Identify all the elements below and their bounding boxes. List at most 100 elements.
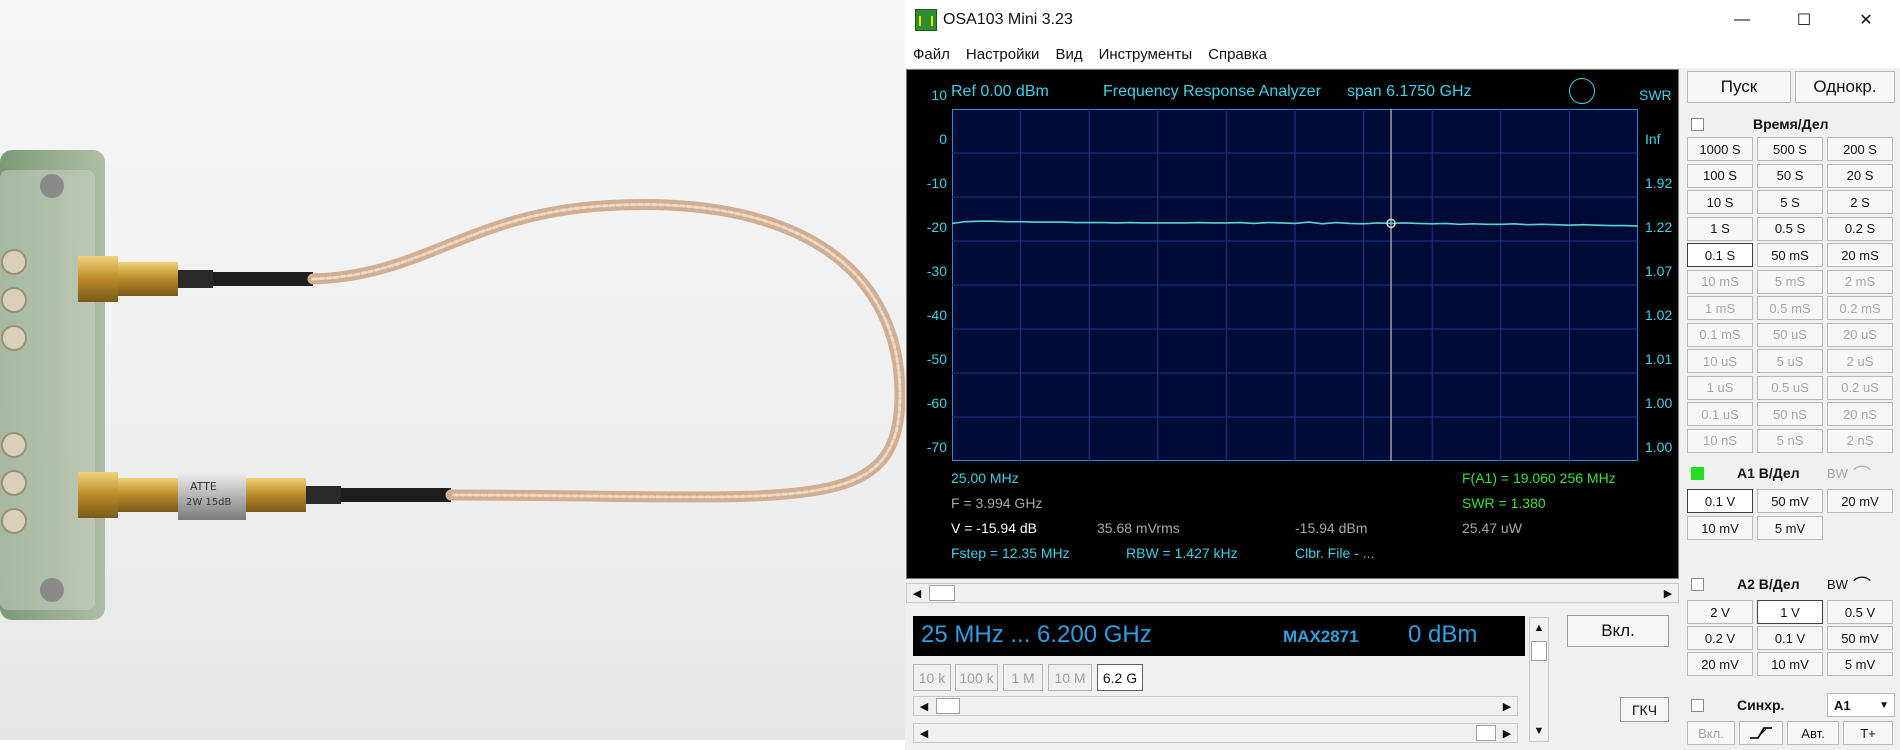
time-div-button[interactable]: 0.5 S [1757,216,1823,241]
time-div-button[interactable]: 0.5 uS [1757,375,1823,400]
menu-tools[interactable]: Инструменты [1091,46,1201,63]
scroll-right-icon[interactable]: ▶ [1497,697,1517,715]
scroll-right-icon[interactable]: ▶ [1658,584,1678,602]
time-div-button[interactable]: 0.2 mS [1827,296,1893,320]
time-div-button[interactable]: 2 S [1827,190,1893,214]
generator-scrollbar-1[interactable]: ◀ ▶ [913,696,1518,716]
app-logo-icon [915,9,937,31]
menu-help[interactable]: Справка [1200,46,1275,63]
start-button[interactable]: Пуск [1687,71,1791,103]
scroll-thumb[interactable] [929,585,955,601]
step-100k-button[interactable]: 100 k [955,664,998,691]
a2-scale-button[interactable]: 0.1 V [1757,626,1823,650]
time-div-button[interactable]: 0.1 uS [1687,402,1753,426]
time-div-button[interactable]: 0.2 uS [1827,375,1893,400]
time-div-button[interactable]: 50 S [1757,163,1823,188]
scroll-right-icon[interactable]: ▶ [1497,724,1517,742]
svg-text:2W 15dB: 2W 15dB [186,497,232,508]
time-div-button[interactable]: 1 uS [1687,375,1753,400]
time-div-button[interactable]: 10 mS [1687,269,1753,294]
time-div-button[interactable]: 20 nS [1827,402,1893,426]
a2-scale-button[interactable]: 20 mV [1687,652,1753,676]
menu-view[interactable]: Вид [1047,46,1090,63]
generator-on-button[interactable]: Вкл. [1567,615,1669,647]
time-div-button[interactable]: 2 uS [1827,349,1893,373]
time-div-button[interactable]: 500 S [1757,137,1823,161]
a2-bw-filter-icon[interactable]: ⌒ [1853,572,1871,598]
time-div-button[interactable]: 2 mS [1827,269,1893,294]
maximize-button[interactable]: ☐ [1773,0,1835,40]
time-div-button[interactable]: 0.5 mS [1757,296,1823,320]
generator-level-scrollbar[interactable]: ▲ ▼ [1529,617,1549,742]
a1-title: A1 В/Дел [1737,465,1800,481]
time-div-button[interactable]: 50 nS [1757,402,1823,426]
time-div-button[interactable]: 2 nS [1827,428,1893,453]
time-div-button[interactable]: 20 uS [1827,322,1893,347]
sync-source-select[interactable]: A1 ▼ [1827,693,1895,717]
a1-scale-button[interactable]: 10 mV [1687,516,1753,540]
time-div-button[interactable]: 50 uS [1757,322,1823,347]
minimize-button[interactable]: — [1711,0,1773,40]
scroll-thumb[interactable] [1531,641,1547,661]
trigger-plus-button[interactable]: T+ [1843,721,1893,745]
time-div-button[interactable]: 10 S [1687,190,1753,214]
time-div-button[interactable]: 5 mS [1757,269,1823,294]
single-shot-button[interactable]: Однокр. [1795,71,1895,103]
time-div-button[interactable]: 5 uS [1757,349,1823,373]
time-div-button[interactable]: 10 nS [1687,428,1753,453]
auto-button[interactable]: Авт. [1787,721,1839,745]
a1-bw-filter-icon[interactable]: ⌒ [1853,461,1871,487]
a2-scale-button[interactable]: 0.2 V [1687,626,1753,650]
time-div-button[interactable]: 1000 S [1687,137,1753,161]
a2-scale-button[interactable]: 2 V [1687,600,1753,624]
scroll-left-icon[interactable]: ◀ [914,697,934,715]
scroll-left-icon[interactable]: ◀ [907,584,927,602]
time-div-button[interactable]: 0.1 S [1687,243,1753,267]
time-div-button[interactable]: 100 S [1687,163,1753,188]
menu-file[interactable]: Файл [905,46,958,63]
a2-scale-button[interactable]: 10 mV [1757,652,1823,676]
step-1m-button[interactable]: 1 M [1003,664,1043,691]
a1-scale-button[interactable]: 0.1 V [1687,489,1753,513]
scroll-up-icon[interactable]: ▲ [1530,618,1548,638]
time-div-button[interactable]: 1 S [1687,216,1753,241]
trigger-edge-button[interactable] [1739,721,1783,745]
a2-scale-button[interactable]: 50 mV [1827,626,1893,650]
y-tick-label: 10 [931,87,947,103]
time-div-button[interactable]: 0.2 S [1827,216,1893,241]
time-div-button[interactable]: 10 uS [1687,349,1753,373]
step-10k-button[interactable]: 10 k [913,664,951,691]
a1-scale-button[interactable]: 20 mV [1827,489,1893,513]
scroll-thumb[interactable] [936,698,960,714]
a1-enable-indicator[interactable] [1691,467,1704,480]
a2-scale-button[interactable]: 5 mV [1827,652,1893,676]
scroll-left-icon[interactable]: ◀ [914,724,934,742]
menu-settings[interactable]: Настройки [958,46,1048,63]
scroll-thumb[interactable] [1476,725,1496,741]
time-div-button[interactable]: 5 S [1757,190,1823,214]
time-div-button[interactable]: 1 mS [1687,296,1753,320]
display-scrollbar[interactable]: ◀ ▶ [906,583,1679,603]
close-button[interactable]: ✕ [1835,0,1897,40]
a2-scale-button[interactable]: 0.5 V [1827,600,1893,624]
step-10m-button[interactable]: 10 M [1048,664,1092,691]
scroll-down-icon[interactable]: ▼ [1530,721,1548,741]
time-div-button[interactable]: 20 mS [1827,243,1893,267]
sync-checkbox[interactable] [1691,699,1704,712]
time-div-button[interactable]: 0.1 mS [1687,322,1753,347]
step-6g-button[interactable]: 6.2 G [1097,664,1143,691]
time-div-button[interactable]: 50 mS [1757,243,1823,267]
time-div-button[interactable]: 200 S [1827,137,1893,161]
y-tick-label: -70 [926,439,947,455]
a1-scale-button[interactable]: 50 mV [1757,489,1823,513]
time-div-button[interactable]: 20 S [1827,163,1893,188]
sweep-mode-button[interactable]: ГКЧ [1620,697,1669,722]
a2-enable-checkbox[interactable] [1691,578,1704,591]
sync-on-button[interactable]: Вкл. [1687,721,1735,745]
time-div-button[interactable]: 5 nS [1757,428,1823,453]
generator-scrollbar-2[interactable]: ◀ ▶ [913,723,1518,743]
a1-scale-button[interactable]: 5 mV [1757,516,1823,540]
response-plot[interactable] [952,109,1638,461]
a2-scale-button[interactable]: 1 V [1757,600,1823,624]
time-div-checkbox[interactable] [1691,118,1704,131]
